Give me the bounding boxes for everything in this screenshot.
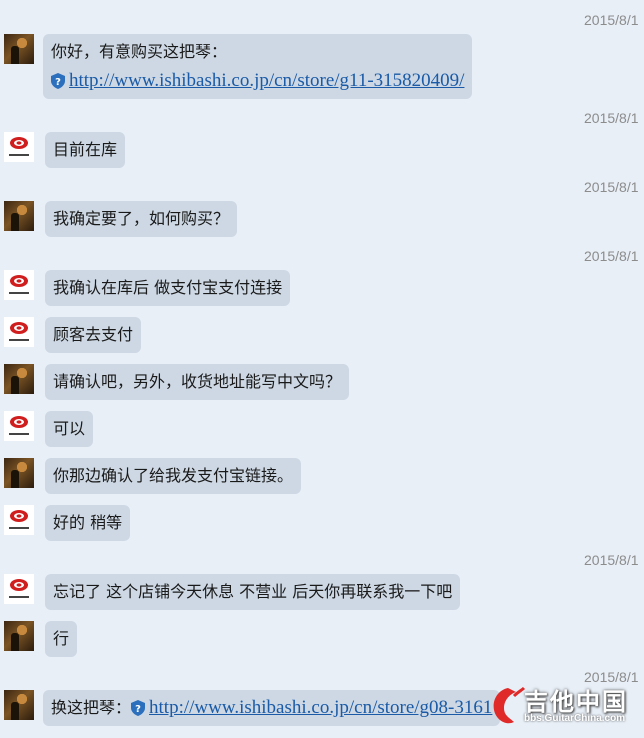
shop-avatar[interactable] (4, 505, 34, 535)
shield-icon: ? (51, 73, 65, 89)
svg-text:?: ? (55, 77, 61, 88)
shop-logo-icon (9, 137, 29, 156)
timestamp: 2015/8/1 (584, 12, 639, 28)
message-bubble: 换这把琴： ? http://www.ishibashi.co.jp/cn/st… (43, 690, 501, 726)
guitar-logo-icon (493, 686, 526, 724)
message-bubble: 我确定要了，如何购买？ (45, 201, 238, 237)
timestamp: 2015/8/1 (584, 248, 639, 264)
user-avatar[interactable] (4, 201, 34, 231)
user-avatar[interactable] (4, 34, 34, 64)
message-bubble: 我确认在库后 做支付宝支付连接 (45, 270, 291, 306)
user-avatar[interactable] (4, 364, 34, 394)
product-link[interactable]: http://www.ishibashi.co.jp/cn/store/g08-… (149, 697, 492, 718)
shop-avatar[interactable] (4, 132, 34, 162)
message-bubble: 目前在库 (45, 132, 126, 168)
user-avatar[interactable] (4, 690, 34, 720)
timestamp: 2015/8/1 (584, 552, 639, 568)
shop-avatar[interactable] (4, 411, 34, 441)
shop-avatar[interactable] (4, 270, 34, 300)
shop-logo-icon (9, 322, 29, 341)
shield-icon: ? (131, 700, 146, 716)
watermark-subtitle: bbs.GuitarChina.com (524, 713, 626, 724)
product-link[interactable]: http://www.ishibashi.co.jp/cn/store/g11-… (69, 70, 464, 91)
message-bubble: 好的 稍等 (45, 505, 131, 541)
message-bubble: 可以 (45, 411, 94, 447)
shop-avatar[interactable] (4, 574, 34, 604)
message-bubble: 请确认吧，另外，收货地址能写中文吗？ (45, 364, 350, 400)
timestamp: 2015/8/1 (584, 110, 639, 126)
shop-logo-icon (9, 416, 29, 435)
shop-avatar[interactable] (4, 317, 34, 347)
timestamp: 2015/8/1 (584, 179, 639, 195)
message-bubble: 顾客去支付 (45, 317, 142, 353)
shop-logo-icon (9, 275, 29, 294)
message-text: 你好，有意购买这把琴： (51, 42, 228, 61)
message-bubble: 行 (45, 621, 78, 657)
user-avatar[interactable] (4, 458, 34, 488)
watermark-title: 吉他中国 (524, 688, 628, 716)
user-avatar[interactable] (4, 621, 34, 651)
watermark: 吉他中国 bbs.GuitarChina.com (490, 684, 640, 730)
shop-logo-icon (9, 510, 29, 529)
message-bubble: 忘记了 这个店铺今天休息 不营业 后天你再联系我一下吧 (45, 574, 461, 610)
svg-text:?: ? (135, 704, 141, 715)
message-text: 换这把琴： (51, 698, 132, 717)
message-bubble: 你好，有意购买这把琴： ? http://www.ishibashi.co.jp… (43, 34, 473, 99)
message-bubble: 你那边确认了给我发支付宝链接。 (45, 458, 302, 494)
shop-logo-icon (9, 579, 29, 598)
